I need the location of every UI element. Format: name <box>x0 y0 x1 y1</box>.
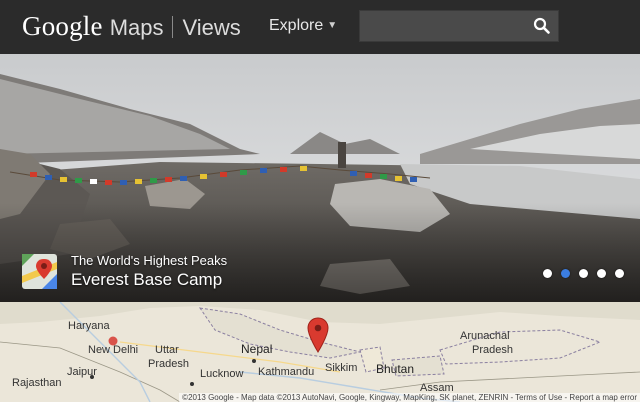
carousel-dot-3[interactable] <box>579 269 588 278</box>
panorama-caption: The World's Highest Peaks Everest Base C… <box>22 253 227 290</box>
panorama-subtitle: The World's Highest Peaks <box>71 253 228 268</box>
top-bar: Google Maps Views Explore ▼ <box>0 0 640 54</box>
carousel-dot-4[interactable] <box>597 269 606 278</box>
search-icon[interactable] <box>532 16 552 36</box>
map-label-rajasthan: Rajasthan <box>12 377 62 389</box>
carousel-dots <box>543 269 624 278</box>
carousel-dot-5[interactable] <box>615 269 624 278</box>
map-label-arunachal-pradesh: Pradesh <box>472 344 513 356</box>
map-label-kathmandu: Kathmandu <box>258 366 315 378</box>
map-label-haryana: Haryana <box>68 320 110 332</box>
brand-divider <box>172 15 174 38</box>
search-box <box>359 10 559 42</box>
caret-down-icon: ▼ <box>327 20 338 31</box>
brand-logo[interactable]: Google Maps Views <box>22 11 241 42</box>
explore-menu[interactable]: Explore ▼ <box>269 17 337 35</box>
brand-maps: Maps <box>109 15 164 40</box>
map-label-lucknow: Lucknow <box>200 368 244 380</box>
map-label-uttar-pradesh: Pradesh <box>148 358 189 370</box>
map-label-nepal: Nepal <box>241 342 273 356</box>
brand-google: Google <box>22 11 103 41</box>
location-marker-icon[interactable] <box>307 317 329 353</box>
map-label-sikkim: Sikkim <box>325 362 358 374</box>
map-label-arunachal: Arunachal <box>460 330 510 342</box>
carousel-dot-1[interactable] <box>543 269 552 278</box>
map-label-new-delhi: New Delhi <box>88 344 139 356</box>
map-label-jaipur: Jaipur <box>67 366 97 378</box>
map-label-bhutan: Bhutan <box>376 362 415 376</box>
brand-views: Views <box>182 15 241 40</box>
carousel-dot-2[interactable] <box>561 269 570 278</box>
map-label-uttar: Uttar <box>155 344 179 356</box>
search-input[interactable] <box>360 11 530 41</box>
location-map[interactable]: Haryana New Delhi Uttar Pradesh Nepal Ja… <box>0 302 640 402</box>
google-maps-logo-icon[interactable] <box>22 254 57 289</box>
map-attribution[interactable]: ©2013 Google - Map data ©2013 AutoNavi, … <box>179 393 640 402</box>
hero-panorama[interactable]: The World's Highest Peaks Everest Base C… <box>0 54 640 302</box>
panorama-title[interactable]: Everest Base Camp <box>71 270 227 290</box>
explore-label: Explore <box>269 17 324 34</box>
